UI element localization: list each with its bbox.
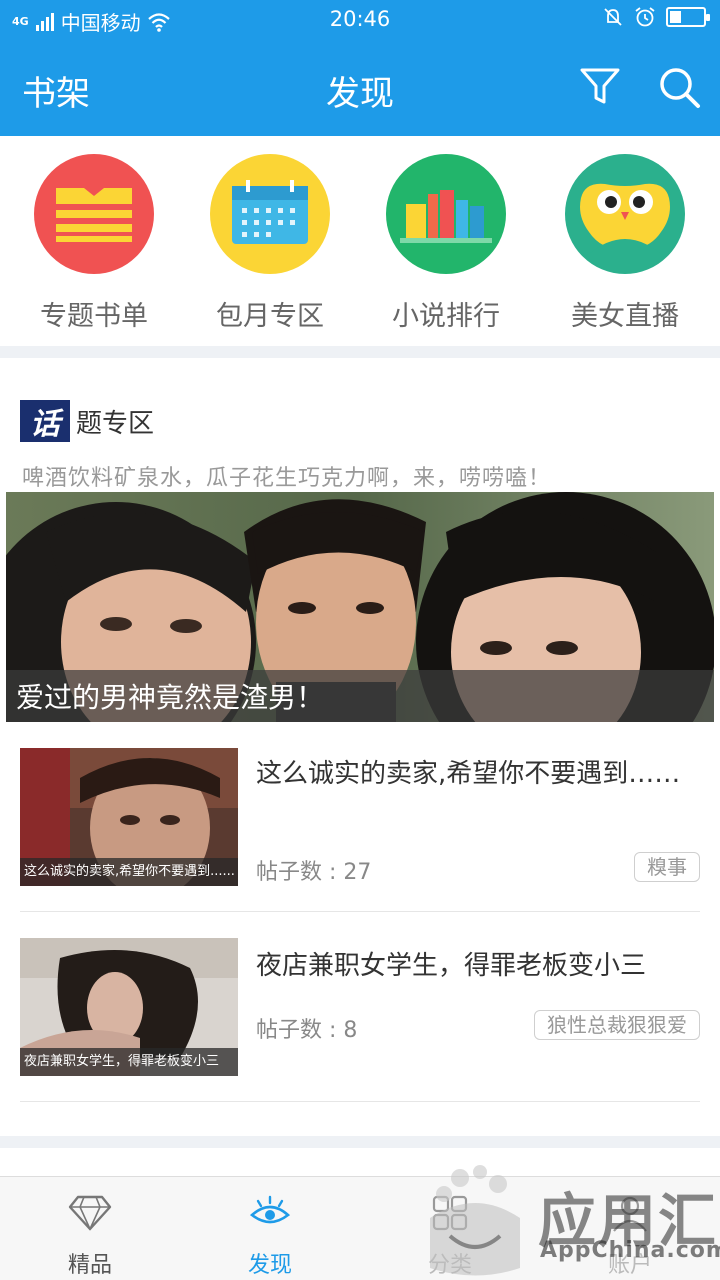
eye-icon (249, 1195, 291, 1224)
nav-discover[interactable]: 发现 (210, 1193, 330, 1279)
battery-icon (666, 7, 710, 27)
banner-caption: 爱过的男神竟然是渣男！ (16, 681, 325, 714)
filter-icon[interactable] (578, 64, 622, 108)
category-shortcuts: 专题书单 包月专区 小说排行 美女直播 (0, 136, 720, 346)
calendar-icon (232, 180, 308, 244)
alarm-icon (635, 7, 655, 27)
section-divider (0, 1136, 720, 1148)
category-circle (210, 154, 330, 274)
section-divider (0, 346, 720, 358)
thumbnail-caption: 这么诚实的卖家,希望你不要遇到...... (20, 858, 238, 886)
status-bar: 4G 中国移动 20:46 (0, 0, 720, 38)
category-ranking[interactable]: 小说排行 (366, 154, 526, 333)
thumbnail-caption: 夜店兼职女学生，得罪老板变小三 (20, 1048, 238, 1076)
post-title: 夜店兼职女学生，得罪老板变小三 (256, 951, 647, 981)
category-label: 专题书单 (40, 301, 148, 332)
search-icon[interactable] (656, 64, 704, 112)
topic-subtitle: 啤酒饮料矿泉水，瓜子花生巧克力啊，来，唠唠嗑！ (22, 466, 552, 491)
app-bar: 书架 发现 (0, 38, 720, 136)
status-right (602, 6, 710, 28)
topic-heading: 题专区 (76, 408, 155, 439)
post-tag[interactable]: 狼性总裁狠狠爱 (534, 1010, 700, 1040)
category-topic-booklists[interactable]: 专题书单 (14, 154, 174, 333)
category-label: 美女直播 (571, 301, 679, 332)
nav-label: 发现 (247, 1253, 292, 1278)
post-count: 帖子数 : 27 (256, 860, 372, 885)
category-monthly[interactable]: 包月专区 (190, 154, 350, 333)
post-thumbnail: 这么诚实的卖家,希望你不要遇到...... (20, 748, 238, 886)
ranking-bars-icon (400, 190, 492, 243)
topic-badge: 话 (20, 400, 70, 442)
watermark-subtext: AppChina.com (540, 1238, 720, 1263)
watermark-logo (430, 1165, 520, 1276)
post-count: 帖子数 : 8 (256, 1018, 358, 1043)
mute-icon (604, 8, 622, 26)
topic-banner[interactable]: 爱过的男神竟然是渣男！ (6, 492, 714, 722)
post-thumbnail: 夜店兼职女学生，得罪老板变小三 (20, 938, 238, 1076)
diamond-icon (68, 1195, 112, 1231)
nav-label: 精品 (67, 1253, 112, 1278)
book-icon (56, 188, 132, 242)
post-title: 这么诚实的卖家,希望你不要遇到…… (256, 759, 681, 789)
post-tag[interactable]: 糗事 (634, 852, 700, 882)
list-item[interactable]: 这么诚实的卖家,希望你不要遇到...... 这么诚实的卖家,希望你不要遇到…… … (20, 748, 700, 912)
category-label: 小说排行 (392, 301, 500, 332)
category-circle (386, 154, 506, 274)
category-circle (565, 154, 685, 274)
owl-face-icon (580, 183, 670, 254)
nav-featured[interactable]: 精品 (30, 1193, 150, 1279)
topic-section-header: 话 题专区 (20, 400, 154, 442)
category-label: 包月专区 (216, 301, 324, 332)
list-item[interactable]: 夜店兼职女学生，得罪老板变小三 夜店兼职女学生，得罪老板变小三 帖子数 : 8 … (20, 938, 700, 1102)
battery-fill (670, 11, 681, 23)
category-live[interactable]: 美女直播 (545, 154, 705, 333)
appchina-watermark: 应用汇 AppChina.com (420, 1158, 720, 1280)
category-circle (34, 154, 154, 274)
bookshelf-tab[interactable]: 书架 (22, 66, 90, 115)
